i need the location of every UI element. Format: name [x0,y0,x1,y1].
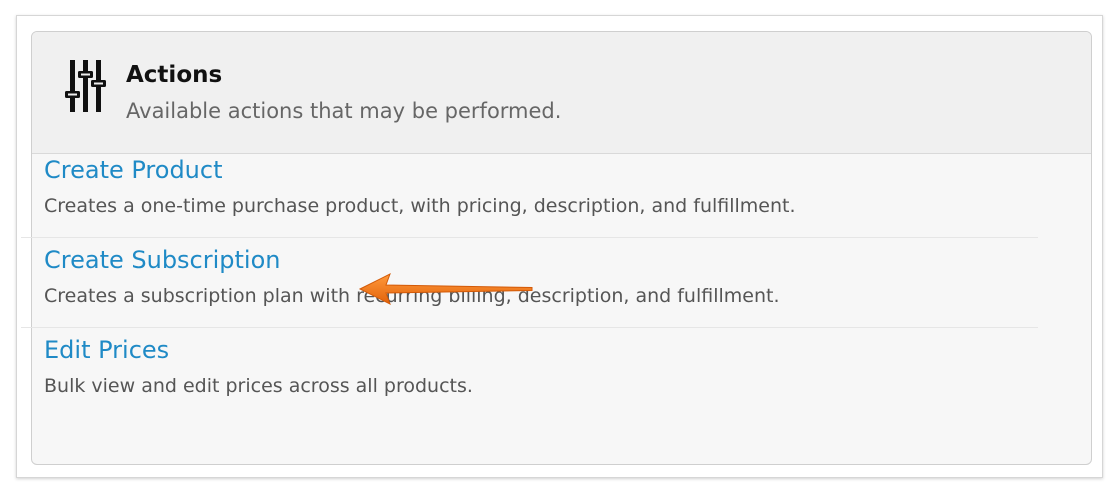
panel-title: Actions [126,62,223,88]
panel-header: Actions Available actions that may be pe… [32,32,1091,154]
edit-prices-link[interactable]: Edit Prices [44,334,169,366]
list-item: Create Product Creates a one-time purcha… [21,148,1038,238]
list-item: Edit Prices Bulk view and edit prices ac… [21,328,1038,418]
arrow-left-icon [358,272,533,306]
edit-prices-description: Bulk view and edit prices across all pro… [44,375,473,397]
create-product-link[interactable]: Create Product [44,154,223,186]
sliders-icon [65,60,106,112]
create-subscription-link[interactable]: Create Subscription [44,244,281,276]
create-product-description: Creates a one-time purchase product, wit… [44,195,796,217]
panel-subtitle: Available actions that may be performed. [126,99,562,123]
